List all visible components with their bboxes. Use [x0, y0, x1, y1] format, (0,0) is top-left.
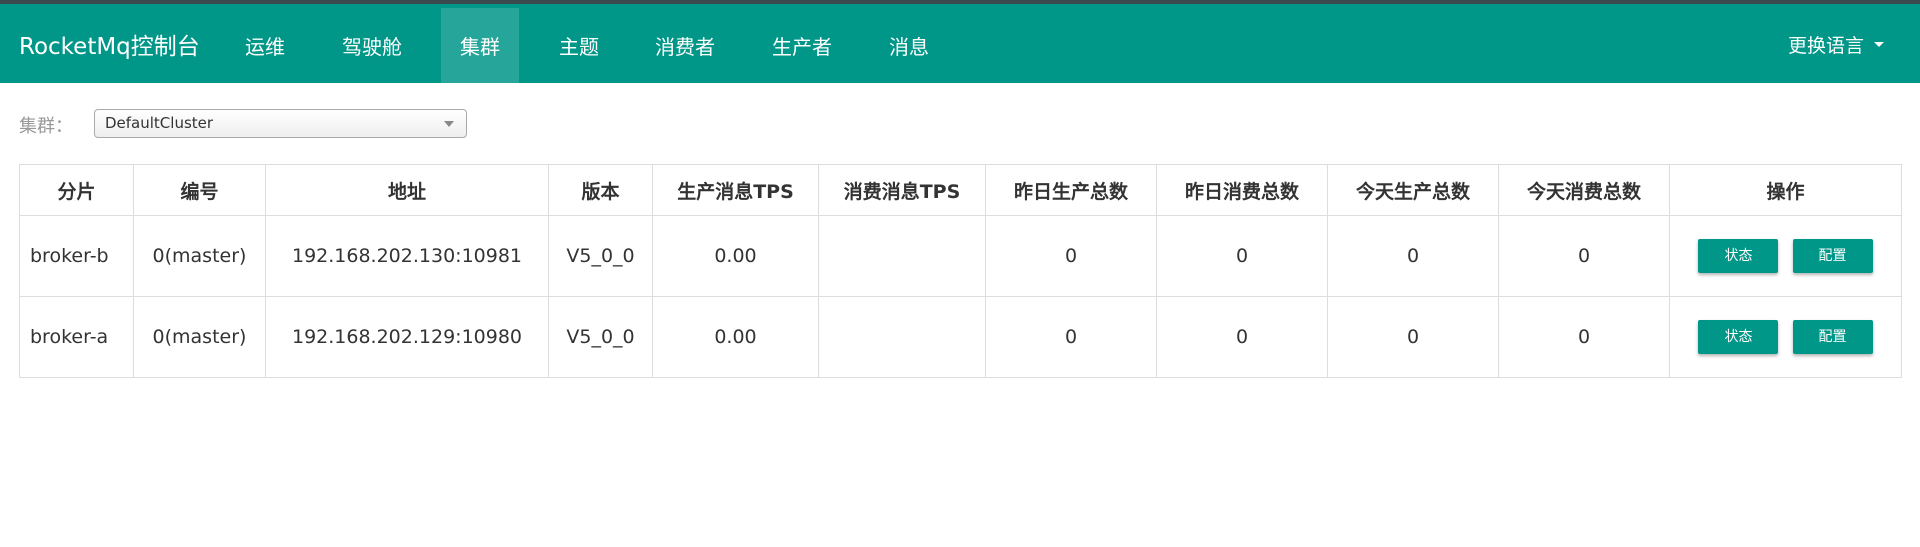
nav-item-cluster[interactable]: 集群 — [441, 8, 519, 83]
language-label: 更换语言 — [1787, 35, 1864, 57]
nav-item-ops[interactable]: 运维 — [230, 8, 300, 83]
col-header-address: 地址 — [265, 164, 549, 216]
cell-version: V5_0_0 — [548, 296, 653, 378]
cell-yesterday-produce: 0 — [985, 215, 1157, 297]
caret-down-icon — [1874, 42, 1884, 47]
col-header-id: 编号 — [133, 164, 266, 216]
cell-yesterday-consume: 0 — [1156, 296, 1328, 378]
col-header-shard: 分片 — [19, 164, 134, 216]
language-switcher[interactable]: 更换语言 — [1788, 31, 1884, 58]
status-button[interactable]: 状态 — [1698, 320, 1779, 354]
table-header-row: 分片 编号 地址 版本 生产消息TPS 消费消息TPS 昨日生产总数 昨日消费总… — [19, 164, 1902, 216]
cell-address: 192.168.202.130:10981 — [265, 215, 549, 297]
cell-shard: broker-b — [19, 215, 134, 297]
cell-id: 0(master) — [133, 215, 266, 297]
col-header-version: 版本 — [548, 164, 653, 216]
table-row: broker-b 0(master) 192.168.202.130:10981… — [19, 215, 1902, 297]
cell-consume-tps — [818, 215, 986, 297]
nav-item-topic[interactable]: 主题 — [544, 8, 614, 83]
dropdown-arrow-icon — [444, 121, 454, 127]
cluster-filter-label: 集群： — [19, 116, 73, 137]
col-header-yesterday-produce: 昨日生产总数 — [985, 164, 1157, 216]
cell-actions: 状态 配置 — [1669, 215, 1902, 297]
cell-today-consume: 0 — [1498, 296, 1670, 378]
cell-address: 192.168.202.129:10980 — [265, 296, 549, 378]
cell-produce-tps: 0.00 — [652, 215, 819, 297]
cluster-select[interactable]: DefaultCluster — [94, 109, 467, 138]
cell-consume-tps — [818, 296, 986, 378]
config-button[interactable]: 配置 — [1792, 320, 1873, 354]
cell-today-produce: 0 — [1327, 215, 1499, 297]
nav-item-producer[interactable]: 生产者 — [762, 8, 842, 83]
cell-id: 0(master) — [133, 296, 266, 378]
app-title[interactable]: RocketMq控制台 — [19, 27, 200, 61]
nav-item-message[interactable]: 消息 — [874, 8, 944, 83]
col-header-today-consume: 今天消费总数 — [1498, 164, 1670, 216]
nav-item-consumer[interactable]: 消费者 — [645, 8, 725, 83]
col-header-produce-tps: 生产消息TPS — [652, 164, 819, 216]
col-header-actions: 操作 — [1669, 164, 1902, 216]
cell-version: V5_0_0 — [548, 215, 653, 297]
col-header-today-produce: 今天生产总数 — [1327, 164, 1499, 216]
cell-yesterday-produce: 0 — [985, 296, 1157, 378]
cell-shard: broker-a — [19, 296, 134, 378]
config-button[interactable]: 配置 — [1792, 239, 1873, 273]
col-header-consume-tps: 消费消息TPS — [818, 164, 986, 216]
table-row: broker-a 0(master) 192.168.202.129:10980… — [19, 296, 1902, 378]
cluster-select-value: DefaultCluster — [105, 114, 214, 132]
navbar: RocketMq控制台 运维 驾驶舱 集群 主题 消费者 生产者 消息 更换语言 — [0, 4, 1920, 83]
cell-today-produce: 0 — [1327, 296, 1499, 378]
col-header-yesterday-consume: 昨日消费总数 — [1156, 164, 1328, 216]
broker-table: 分片 编号 地址 版本 生产消息TPS 消费消息TPS 昨日生产总数 昨日消费总… — [19, 164, 1902, 378]
nav-item-dashboard[interactable]: 驾驶舱 — [330, 8, 414, 83]
cell-today-consume: 0 — [1498, 215, 1670, 297]
cell-yesterday-consume: 0 — [1156, 215, 1328, 297]
status-button[interactable]: 状态 — [1698, 239, 1779, 273]
cell-produce-tps: 0.00 — [652, 296, 819, 378]
cell-actions: 状态 配置 — [1669, 296, 1902, 378]
